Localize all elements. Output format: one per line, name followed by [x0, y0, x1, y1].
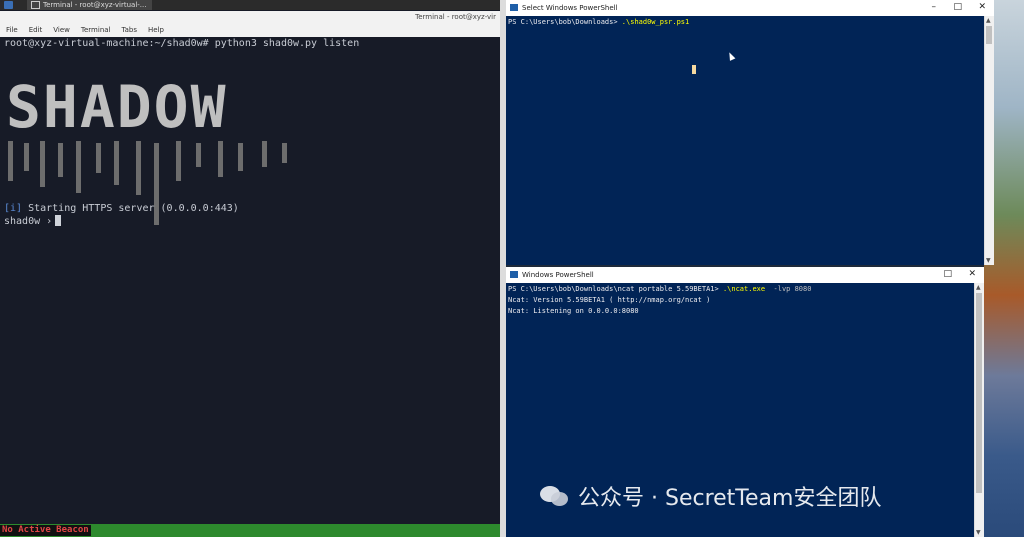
ps-bottom-title: Windows PowerShell	[522, 271, 594, 279]
ncat-listening-line: Ncat: Listening on 0.0.0.0:8080	[508, 307, 639, 315]
banner-drip	[40, 141, 45, 187]
ps-command-args: -lvp 8080	[765, 285, 812, 293]
ps-command: .\ncat.exe	[722, 285, 766, 293]
maximize-button[interactable]: □	[953, 2, 962, 12]
menu-help[interactable]: Help	[148, 26, 164, 34]
ps-top-scrollbar[interactable]: ▲ ▼	[984, 16, 994, 265]
ps-bottom-command-line: PS C:\Users\bob\Downloads\ncat portable …	[508, 284, 974, 295]
watermark: 公众号 · SecretTeam安全团队	[540, 480, 881, 512]
powershell-icon	[510, 4, 518, 11]
banner-drip	[8, 141, 13, 181]
ps-prompt: PS C:\Users\bob\Downloads\ncat portable …	[508, 285, 723, 293]
ps-command: .\shad0w_psr.ps1	[621, 18, 690, 26]
menu-edit[interactable]: Edit	[29, 26, 43, 34]
ncat-version-line: Ncat: Version 5.59BETA1 ( http://nmap.or…	[508, 296, 711, 304]
ps-top-titlebar[interactable]: Select Windows PowerShell – □ ✕	[506, 0, 994, 16]
terminal-window-title: Terminal - root@xyz-vir	[415, 13, 496, 21]
taskbar-item-terminal[interactable]: Terminal - root@xyz-virtual-...	[27, 0, 153, 10]
scroll-down-icon[interactable]: ▼	[986, 257, 991, 264]
maximize-button[interactable]: □	[943, 269, 952, 279]
status-bar: No Active Beacon	[0, 524, 500, 537]
server-status-text: Starting HTTPS server (0.0.0.0:443)	[22, 203, 239, 214]
ps-top-output[interactable]: PS C:\Users\bob\Downloads> .\shad0w_psr.…	[508, 17, 984, 28]
minimize-button[interactable]: –	[932, 2, 937, 12]
banner-drip	[218, 141, 223, 177]
menu-file[interactable]: File	[6, 26, 18, 34]
info-tag: [i]	[4, 203, 23, 214]
beacon-status: No Active Beacon	[0, 525, 91, 536]
banner-drip	[114, 141, 119, 185]
wechat-icon	[540, 484, 570, 508]
terminal-menubar: Terminal - root@xyz-vir File Edit View T…	[0, 11, 500, 37]
banner-drip	[24, 143, 29, 171]
ps-text-cursor	[692, 65, 696, 74]
shell-prompt-line: shad0w ›	[4, 215, 62, 228]
app-menu-icon[interactable]	[4, 1, 13, 9]
taskbar: Terminal - root@xyz-virtual-...	[0, 0, 500, 10]
text-cursor	[55, 215, 62, 226]
ps-top-title: Select Windows PowerShell	[522, 4, 618, 12]
banner-drip	[58, 143, 63, 177]
menu-terminal[interactable]: Terminal	[81, 26, 111, 34]
ps-top-command-line: PS C:\Users\bob\Downloads> .\shad0w_psr.…	[508, 17, 984, 28]
terminal-output[interactable]: root@xyz-virtual-machine:~/shad0w# pytho…	[0, 37, 500, 524]
ps-prompt: PS C:\Users\bob\Downloads>	[508, 18, 622, 26]
scroll-down-icon[interactable]: ▼	[976, 529, 981, 536]
scroll-thumb[interactable]	[986, 26, 992, 44]
banner-text: SHADOW	[6, 73, 228, 141]
ps-bottom-scrollbar[interactable]: ▲ ▼	[974, 283, 984, 537]
close-button[interactable]: ✕	[968, 269, 976, 279]
terminal-icon	[31, 1, 40, 9]
taskbar-item-label: Terminal - root@xyz-virtual-...	[43, 1, 147, 9]
scroll-thumb[interactable]	[976, 293, 982, 493]
menu-view[interactable]: View	[53, 26, 70, 34]
command-line: root@xyz-virtual-machine:~/shad0w# pytho…	[4, 38, 360, 49]
banner-drip	[238, 143, 243, 171]
watermark-text: 公众号 · SecretTeam安全团队	[578, 486, 882, 511]
menu-tabs[interactable]: Tabs	[122, 26, 138, 34]
server-status-line: [i] Starting HTTPS server (0.0.0.0:443)	[4, 203, 239, 215]
shell-prompt: shad0w ›	[4, 216, 53, 227]
ps-bottom-titlebar[interactable]: Windows PowerShell □ ✕	[506, 267, 984, 283]
banner-drip	[136, 141, 141, 195]
powershell-window-top[interactable]: Select Windows PowerShell – □ ✕ PS C:\Us…	[506, 0, 994, 265]
mouse-pointer-icon	[726, 51, 736, 61]
ps-bottom-output[interactable]: PS C:\Users\bob\Downloads\ncat portable …	[508, 284, 974, 317]
scroll-up-icon[interactable]: ▲	[986, 17, 991, 24]
close-button[interactable]: ✕	[978, 2, 986, 12]
banner-drip	[262, 141, 267, 167]
powershell-icon	[510, 271, 518, 278]
banner-drip	[282, 143, 287, 163]
banner-drip	[76, 141, 81, 193]
scroll-up-icon[interactable]: ▲	[976, 284, 981, 291]
linux-terminal-window: Terminal - root@xyz-virtual-... Terminal…	[0, 0, 500, 537]
banner-drip	[96, 143, 101, 173]
banner-drip	[196, 143, 201, 167]
shadow-ascii-banner: SHADOW	[6, 73, 287, 225]
banner-drip	[176, 141, 181, 181]
